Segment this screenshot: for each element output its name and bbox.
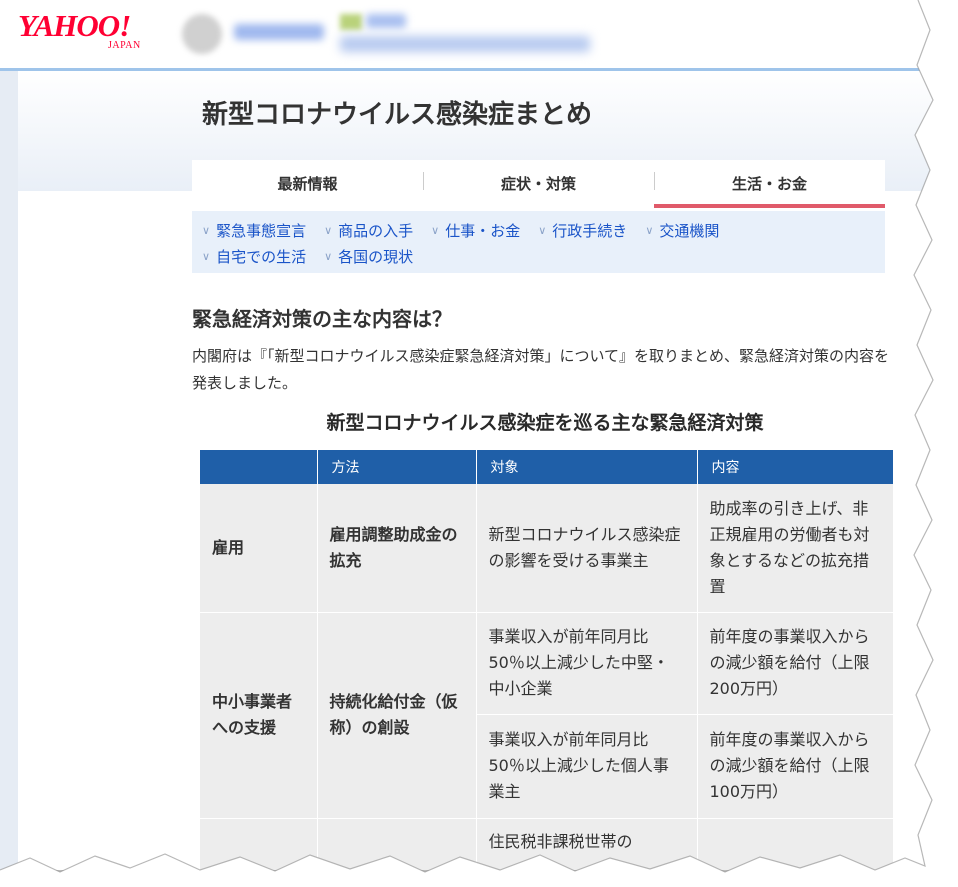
header-cell-method: 方法 <box>317 450 477 484</box>
chevron-down-icon: ∨ <box>538 223 547 237</box>
cell-target: 住民税非課税世帯の <box>476 818 698 870</box>
subnav-item-emergency[interactable]: ∨ 緊急事態宣言 <box>202 220 306 241</box>
cell-category: 雇用 <box>200 484 318 613</box>
subnav-item-procedures[interactable]: ∨ 行政手続き <box>538 220 627 241</box>
subnav-label: 行政手続き <box>552 221 628 240</box>
cell-content: 助成率の引き上げ、非正規雇用の労働者も対象とするなどの拡充措置 <box>697 484 894 613</box>
left-rail <box>0 71 18 870</box>
cell-method <box>317 818 477 870</box>
sub-navigation: ∨ 緊急事態宣言 ∨ 商品の入手 ∨ 仕事・お金 ∨ 行政手続き ∨ 交通機関 ∨ 自宅での… <box>192 211 885 273</box>
subnav-label: 仕事・お金 <box>445 221 521 240</box>
cell-content: 前年度の事業収入からの減少額を給付（上限100万円） <box>697 714 894 819</box>
table-header-row: 方法 対象 内容 <box>200 450 894 484</box>
cell-category <box>200 818 318 870</box>
subnav-item-countries[interactable]: ∨ 各国の現状 <box>324 246 413 267</box>
browser-screenshot: YAHOO! JAPAN 新型コロナウイルス感染症まとめ 最新情報 症状・対策 … <box>0 0 940 870</box>
intro-paragraph: 内閣府は『「新型コロナウイルス感染症緊急経済対策」について』を取りまとめ、緊急経… <box>192 347 890 392</box>
tab-life-money[interactable]: 生活・お金 <box>654 160 885 208</box>
page-title: 新型コロナウイルス感染症まとめ <box>202 100 593 130</box>
yahoo-logo[interactable]: YAHOO! <box>18 10 131 41</box>
cell-target: 新型コロナウイルス感染症の影響を受ける事業主 <box>476 484 698 613</box>
cell-target: 事業収入が前年同月比50％以上減少した個人事業主 <box>476 714 698 819</box>
subnav-label: 交通機関 <box>659 221 720 240</box>
measures-table: 方法 対象 内容 雇用 雇用調整助成金の拡充 新型コロナウイルス感染症の影響を受… <box>200 450 894 870</box>
chevron-down-icon: ∨ <box>324 223 333 237</box>
blurred-user-name <box>234 24 324 40</box>
header-cell-content: 内容 <box>697 450 894 484</box>
table-row: 雇用 雇用調整助成金の拡充 新型コロナウイルス感染症の影響を受ける事業主 助成率… <box>200 484 894 613</box>
section-heading: 緊急経済対策の主な内容は？ <box>192 307 452 331</box>
tab-symptoms-measures[interactable]: 症状・対策 <box>423 160 654 206</box>
subnav-label: 各国の現状 <box>338 247 414 266</box>
site-header: YAHOO! JAPAN <box>0 0 940 71</box>
chevron-down-icon: ∨ <box>324 249 333 263</box>
subnav-item-home-life[interactable]: ∨ 自宅での生活 <box>202 246 306 267</box>
subnav-label: 緊急事態宣言 <box>216 221 307 240</box>
header-cell-blank <box>200 450 318 484</box>
blurred-text-line <box>340 36 590 52</box>
cell-content <box>697 818 894 870</box>
table-row: 住民税非課税世帯の <box>200 818 894 870</box>
cell-method: 雇用調整助成金の拡充 <box>317 484 477 613</box>
blurred-badge-icon <box>340 14 362 30</box>
table-row: 中小事業者への支援 持続化給付金（仮称）の創設 事業収入が前年同月比50％以上減… <box>200 612 894 819</box>
tab-latest-news[interactable]: 最新情報 <box>192 160 423 206</box>
cell-method: 持続化給付金（仮称）の創設 <box>317 612 477 819</box>
chevron-down-icon: ∨ <box>202 223 211 237</box>
blurred-text <box>366 14 406 28</box>
cell-target: 事業収入が前年同月比50％以上減少した中堅・中小企業 <box>476 612 698 715</box>
subnav-label: 自宅での生活 <box>216 247 307 266</box>
chevron-down-icon: ∨ <box>645 223 654 237</box>
subnav-label: 商品の入手 <box>338 221 414 240</box>
yahoo-logo-sub: JAPAN <box>108 40 141 51</box>
subnav-item-transport[interactable]: ∨ 交通機関 <box>645 220 719 241</box>
tab-bar: 最新情報 症状・対策 生活・お金 <box>192 160 885 208</box>
chevron-down-icon: ∨ <box>202 249 211 263</box>
cell-content: 前年度の事業収入からの減少額を給付（上限200万円） <box>697 612 894 715</box>
subnav-item-goods[interactable]: ∨ 商品の入手 <box>324 220 413 241</box>
table-title: 新型コロナウイルス感染症を巡る主な緊急経済対策 <box>326 412 764 434</box>
subnav-item-work-money[interactable]: ∨ 仕事・お金 <box>431 220 520 241</box>
blurred-avatar <box>182 14 222 54</box>
cell-category: 中小事業者への支援 <box>200 612 318 819</box>
header-cell-target: 対象 <box>476 450 698 484</box>
chevron-down-icon: ∨ <box>431 223 440 237</box>
